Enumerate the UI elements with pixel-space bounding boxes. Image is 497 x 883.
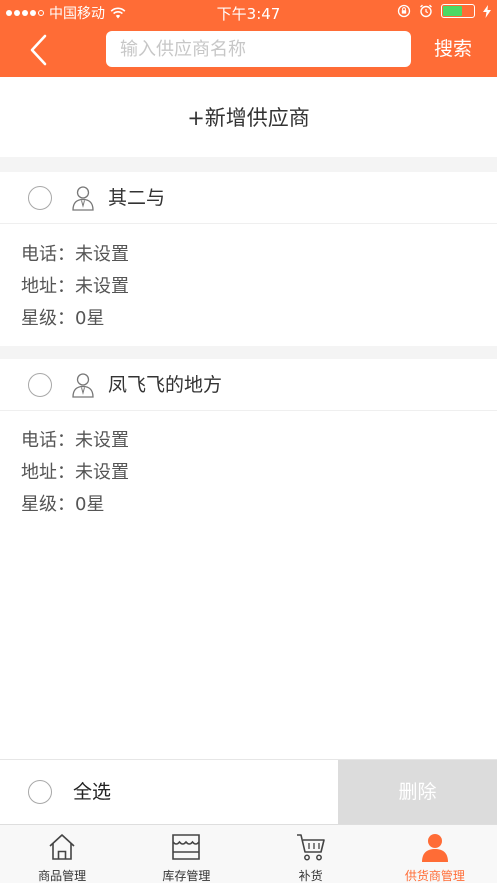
orientation-lock-icon: [397, 4, 411, 18]
tab-supplier-management[interactable]: 供货商管理: [373, 825, 497, 883]
supplier-name: 其二与: [108, 187, 166, 209]
supplier-rating: 星级：0星: [21, 494, 105, 515]
battery-icon: [441, 4, 475, 18]
supplier-card-header: 其二与: [0, 172, 497, 224]
supplier-address: 地址：未设置: [21, 462, 129, 483]
tab-inventory-management[interactable]: 库存管理: [124, 825, 248, 883]
supplier-phone: 电话：未设置: [21, 244, 129, 265]
supplier-phone: 电话：未设置: [21, 430, 129, 451]
tab-restock[interactable]: 补货: [249, 825, 373, 883]
supplier-card[interactable]: 其二与 电话：未设置 地址：未设置 星级：0星: [0, 172, 497, 346]
store-icon: [172, 834, 201, 860]
supplier-person-icon: [72, 186, 94, 211]
supplier-address: 地址：未设置: [21, 276, 129, 297]
search-input[interactable]: [106, 31, 411, 67]
tab-bar: 商品管理 库存管理 补货 供货商管理: [0, 824, 497, 883]
back-button[interactable]: [22, 30, 58, 70]
supplier-select-radio[interactable]: [28, 373, 52, 397]
supplier-card-header: 凤飞飞的地方: [0, 359, 497, 411]
add-supplier-button[interactable]: +新增供应商: [0, 77, 497, 157]
charging-icon: [483, 4, 491, 18]
select-all-label[interactable]: 全选: [73, 780, 111, 804]
supplier-rating: 星级：0星: [21, 308, 105, 329]
delete-button[interactable]: 删除: [338, 760, 497, 825]
supplier-person-icon: [72, 373, 94, 398]
supplier-select-radio[interactable]: [28, 186, 52, 210]
select-all-radio[interactable]: [28, 780, 52, 804]
tab-label: 商品管理: [38, 869, 87, 883]
bottom-action-bar: 全选 删除: [0, 759, 497, 825]
section-divider: [0, 157, 497, 172]
status-right: [397, 4, 491, 18]
alarm-icon: [420, 4, 432, 18]
supplier-name: 凤飞飞的地方: [108, 374, 223, 396]
search-button[interactable]: 搜索: [420, 34, 486, 64]
tab-label: 库存管理: [162, 869, 211, 883]
tab-label: 补货: [298, 869, 323, 883]
navigation-bar: 搜索: [0, 24, 497, 77]
user-icon: [421, 834, 448, 862]
tab-label: 供货商管理: [404, 869, 465, 883]
home-icon: [49, 834, 75, 860]
supplier-card[interactable]: 凤飞飞的地方 电话：未设置 地址：未设置 星级：0星: [0, 359, 497, 533]
section-divider: [0, 346, 497, 359]
status-bar: 中国移动 下午3:47: [0, 0, 497, 24]
cart-icon: [296, 834, 325, 861]
chevron-left-icon: [30, 34, 47, 66]
tab-product-management[interactable]: 商品管理: [0, 825, 124, 883]
